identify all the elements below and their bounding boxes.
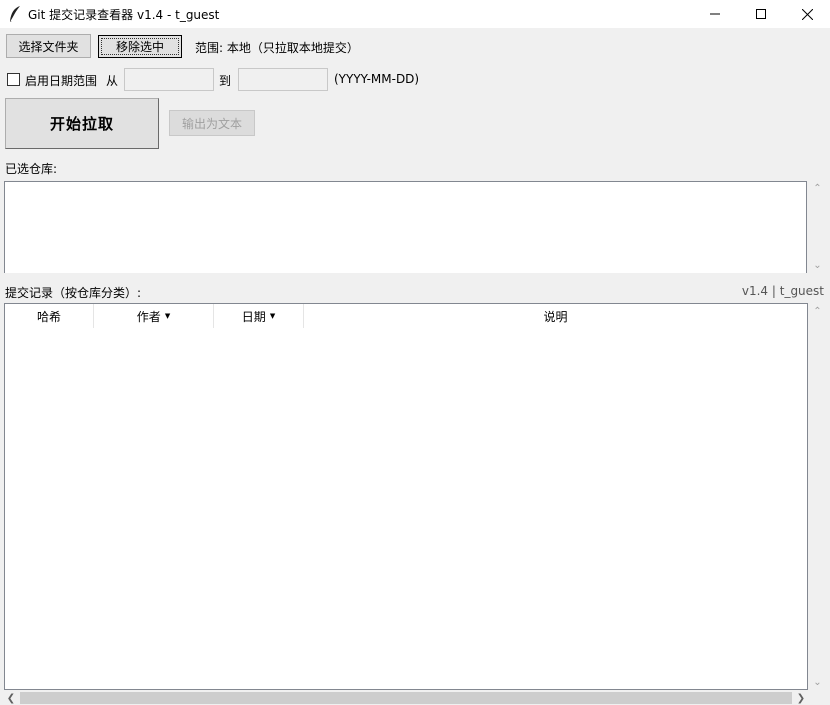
column-header-author[interactable]: 作者 ▼ — [94, 304, 214, 328]
commits-horizontal-scrollbar[interactable]: ❮ ❯ — [4, 691, 808, 705]
column-header-label: 哈希 — [36, 309, 61, 324]
from-date-input[interactable] — [124, 68, 214, 91]
scroll-up-icon[interactable]: ⌃ — [813, 183, 821, 194]
start-fetch-button[interactable]: 开始拉取 — [5, 98, 159, 149]
scrollbar-track[interactable] — [18, 692, 794, 704]
table-header: 哈希 作者 ▼ 日期 ▼ 说明 — [5, 304, 807, 328]
title-bar: Git 提交记录查看器 v1.4 - t_guest — [0, 0, 830, 28]
column-header-label: 说明 — [543, 309, 568, 324]
column-header-message[interactable]: 说明 — [304, 304, 807, 328]
to-label: 到 — [219, 74, 232, 88]
from-label: 从 — [106, 74, 119, 88]
minimize-button[interactable] — [692, 0, 738, 28]
focus-ring — [101, 38, 179, 55]
scroll-left-icon[interactable]: ❮ — [4, 691, 18, 705]
repo-list-scrollbar[interactable]: ⌃ ⌄ — [809, 181, 826, 273]
remove-selected-button[interactable]: 移除选中 — [98, 35, 182, 58]
window-title: Git 提交记录查看器 v1.4 - t_guest — [28, 8, 220, 22]
caret-down-icon: ▼ — [269, 312, 276, 320]
scroll-down-icon[interactable]: ⌄ — [813, 260, 821, 271]
export-text-button[interactable]: 输出为文本 — [169, 110, 255, 136]
date-range-enable-label[interactable]: 启用日期范围 — [25, 72, 97, 89]
column-header-label: 日期 — [241, 309, 266, 324]
commits-table[interactable]: 哈希 作者 ▼ 日期 ▼ 说明 — [4, 303, 808, 690]
column-header-date[interactable]: 日期 ▼ — [214, 304, 304, 328]
repo-listbox[interactable] — [4, 181, 807, 273]
scroll-right-icon[interactable]: ❯ — [794, 691, 808, 705]
selected-repos-label: 已选仓库: — [5, 162, 58, 176]
column-header-label: 作者 — [136, 309, 161, 324]
column-header-hash[interactable]: 哈希 — [5, 304, 94, 328]
date-format-hint: (YYYY-MM-DD) — [334, 72, 420, 86]
commits-label: 提交记录（按仓库分类）: — [5, 286, 142, 300]
close-button[interactable] — [784, 0, 830, 28]
close-icon — [801, 8, 813, 20]
minimize-icon — [710, 13, 720, 15]
commits-vertical-scrollbar[interactable]: ⌃ ⌄ — [809, 303, 826, 690]
maximize-button[interactable] — [738, 0, 784, 28]
choose-folder-button[interactable]: 选择文件夹 — [6, 34, 91, 58]
scope-label: 范围: 本地（只拉取本地提交） — [195, 41, 359, 55]
maximize-icon — [756, 9, 766, 19]
date-range-checkbox[interactable] — [7, 73, 20, 86]
feather-icon — [10, 6, 20, 22]
scrollbar-thumb[interactable] — [20, 692, 792, 704]
scroll-down-icon[interactable]: ⌄ — [813, 677, 821, 688]
to-date-input[interactable] — [238, 68, 328, 91]
scroll-up-icon[interactable]: ⌃ — [813, 306, 821, 317]
version-info: v1.4 | t_guest — [741, 284, 824, 298]
caret-down-icon: ▼ — [164, 312, 171, 320]
